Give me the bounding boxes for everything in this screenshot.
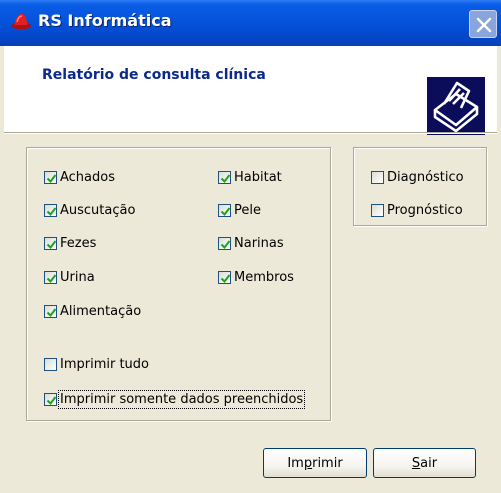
red-hat-icon: [10, 12, 32, 30]
checkbox-fezes-box[interactable]: [44, 236, 57, 250]
print-button[interactable]: Im p rimir: [263, 448, 367, 478]
checkbox-habitat-box[interactable]: [218, 170, 231, 184]
exit-button-accelerator: S: [411, 455, 421, 471]
checkbox-imprimir-tudo-label: Imprimir tudo: [60, 356, 150, 372]
print-button-label-pre: Im: [287, 455, 304, 471]
exit-button[interactable]: Sair: [373, 448, 476, 478]
checkbox-diagnostico-box[interactable]: [371, 170, 384, 184]
printer-icon: [427, 77, 485, 135]
checkbox-imprimir-tudo[interactable]: Imprimir tudo: [44, 355, 149, 373]
checkbox-auscutacao-box[interactable]: [44, 203, 57, 217]
header-separator: [4, 132, 497, 134]
checkbox-narinas-box[interactable]: [218, 236, 231, 250]
checkbox-achados-label: Achados: [60, 169, 115, 185]
title-bar[interactable]: RS Informática: [0, 0, 501, 46]
checkbox-auscutacao-label: Auscutação: [60, 202, 136, 218]
checkbox-urina[interactable]: Urina: [44, 268, 95, 286]
close-button[interactable]: [469, 10, 497, 38]
checkbox-prognostico-label: Prognóstico: [387, 202, 463, 218]
checkbox-membros[interactable]: Membros: [218, 268, 294, 286]
checkbox-somente-preenchidos[interactable]: Imprimir somente dados preenchidos: [44, 389, 306, 409]
checkbox-membros-box[interactable]: [218, 270, 231, 284]
checkbox-narinas[interactable]: Narinas: [218, 234, 284, 252]
checkbox-urina-box[interactable]: [44, 270, 57, 284]
checkbox-fezes-label: Fezes: [60, 235, 97, 251]
checkbox-somente-preenchidos-box[interactable]: [44, 392, 57, 406]
checkbox-achados-box[interactable]: [44, 170, 57, 184]
checkbox-auscutacao[interactable]: Auscutação: [44, 201, 135, 219]
window-title: RS Informática: [38, 11, 172, 30]
checkbox-diagnostico[interactable]: Diagnóstico: [371, 168, 464, 186]
checkbox-alimentacao-box[interactable]: [44, 304, 57, 318]
exit-button-label-post: air: [420, 455, 438, 471]
checkbox-imprimir-tudo-box[interactable]: [44, 357, 57, 371]
checkbox-pele-label: Pele: [234, 202, 261, 218]
checkbox-urina-label: Urina: [60, 269, 95, 285]
checkbox-somente-preenchidos-label: Imprimir somente dados preenchidos: [57, 389, 306, 409]
checkbox-fezes[interactable]: Fezes: [44, 234, 96, 252]
checkbox-pele-box[interactable]: [218, 203, 231, 217]
checkbox-habitat-label: Habitat: [234, 169, 282, 185]
close-icon: [476, 17, 492, 33]
checkbox-pele[interactable]: Pele: [218, 201, 261, 219]
checkbox-achados[interactable]: Achados: [44, 168, 115, 186]
checkbox-membros-label: Membros: [234, 269, 294, 285]
checkbox-prognostico[interactable]: Prognóstico: [371, 201, 463, 219]
checkbox-prognostico-box[interactable]: [371, 203, 384, 217]
checkbox-narinas-label: Narinas: [234, 235, 284, 251]
report-title: Relatório de consulta clínica: [42, 67, 266, 83]
header-panel: Relatório de consulta clínica: [4, 46, 497, 135]
print-button-label-post: rimir: [312, 455, 343, 471]
checkbox-alimentacao-label: Alimentação: [60, 303, 142, 319]
checkbox-alimentacao[interactable]: Alimentação: [44, 302, 141, 320]
checkbox-habitat[interactable]: Habitat: [218, 168, 282, 186]
print-button-accelerator: p: [303, 455, 313, 471]
dialog-window: RS Informática Relatório de consulta clí…: [0, 0, 501, 493]
checkbox-diagnostico-label: Diagnóstico: [387, 169, 464, 185]
